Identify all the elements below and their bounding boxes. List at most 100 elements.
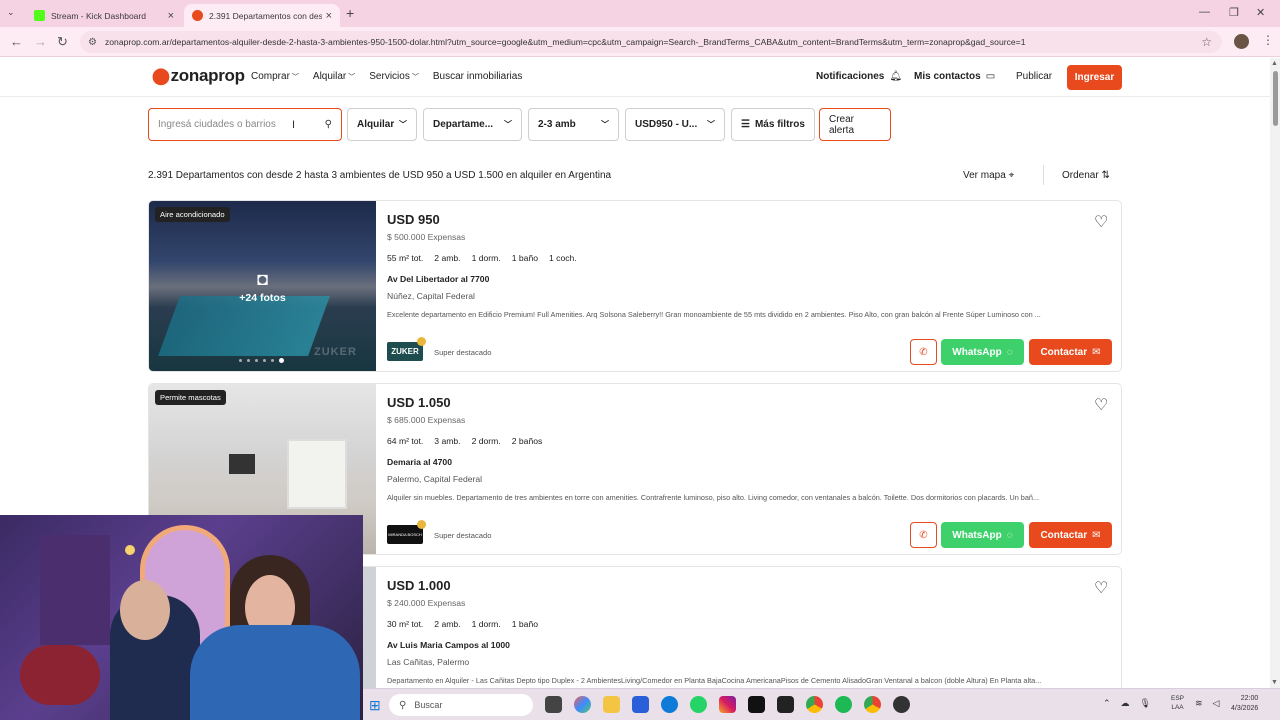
whatsapp-button[interactable]: WhatsApp ◌ [941, 339, 1024, 365]
browser-tabstrip: ⌄ Stream - Kick Dashboard × 2.391 Depart… [0, 0, 1280, 27]
listing-address[interactable]: Av Del Libertador al 7700 [387, 274, 489, 284]
taskbar-search[interactable]: ⚲ Buscar [389, 694, 533, 716]
carousel-dot[interactable] [255, 359, 258, 362]
back-icon[interactable]: ← [10, 34, 23, 49]
instagram-icon[interactable] [719, 696, 736, 713]
microphone-icon[interactable]: 🎙︎ [1140, 698, 1151, 709]
chrome-icon[interactable] [806, 696, 823, 713]
contact-button[interactable]: Contactar ✉ [1029, 339, 1112, 365]
property-type-value: Departame... [433, 119, 494, 130]
spotify-icon[interactable] [835, 696, 852, 713]
sort-link[interactable]: Ordenar ⇅ [1062, 170, 1110, 181]
bookmark-star-icon[interactable]: ☆ [1201, 35, 1212, 49]
create-alert-button[interactable]: Crear alerta [819, 108, 891, 141]
nav-label: Comprar [251, 71, 290, 82]
contacts-link[interactable]: Mis contactos ▭ [914, 71, 995, 82]
view-map-label: Ver mapa [963, 170, 1006, 181]
search-placeholder: Ingresá ciudades o barrios [158, 119, 276, 130]
tab-kick-dashboard[interactable]: Stream - Kick Dashboard × [26, 4, 182, 27]
favorite-heart-icon[interactable]: ♡ [1094, 578, 1108, 598]
carousel-dots[interactable] [239, 358, 284, 363]
volume-icon[interactable]: ◁ [1213, 698, 1220, 709]
nav-comprar[interactable]: Comprar ﹀ [251, 71, 299, 82]
restore-icon[interactable]: ❐ [1229, 6, 1239, 19]
login-button[interactable]: Ingresar [1067, 65, 1122, 90]
favorite-heart-icon[interactable]: ♡ [1094, 212, 1108, 232]
notifications-link[interactable]: Notificaciones 🔔︎ [816, 71, 902, 82]
reload-icon[interactable]: ↻ [57, 34, 68, 50]
capcut-icon[interactable] [777, 696, 794, 713]
page-scrollbar[interactable] [1270, 58, 1280, 688]
close-window-icon[interactable]: ✕ [1256, 6, 1265, 19]
whatsapp-icon: ◌ [1006, 346, 1013, 358]
chrome-profile-icon[interactable] [864, 696, 881, 713]
scroll-down-icon[interactable]: ▼ [1271, 679, 1278, 686]
close-tab-icon[interactable]: × [168, 10, 174, 22]
close-tab-icon[interactable]: × [326, 10, 332, 22]
more-filters-label: Más filtros [754, 119, 805, 130]
carousel-dot-active[interactable] [279, 358, 284, 363]
browser-menu-icon[interactable]: ⋮ [1262, 33, 1274, 47]
file-explorer-icon[interactable] [603, 696, 620, 713]
minimize-icon[interactable]: — [1199, 6, 1210, 18]
mail-icon: ✉ [1092, 529, 1101, 541]
price-select[interactable]: USD950 - U... ﹀ [625, 108, 725, 141]
chevron-down-icon: ﹀ [399, 120, 407, 129]
listing-address[interactable]: Demaria al 4700 [387, 457, 452, 467]
rooms-select[interactable]: 2-3 amb ﹀ [528, 108, 619, 141]
nav-buscar-inmobiliarias[interactable]: Buscar inmobiliarias [433, 71, 522, 82]
location-search-input[interactable]: Ingresá ciudades o barrios I ⚲ [148, 108, 342, 141]
site-info-icon[interactable]: ⚙ [88, 37, 97, 48]
sliders-icon: ☰ [741, 119, 750, 130]
windows-taskbar: ⊞ ⚲ Buscar ⌃ ☁ 🎙︎ ESP LAA ≋ ◁ 22:00 4/3/… [363, 688, 1280, 720]
tray-overflow-icon[interactable]: ⌃ [1103, 698, 1111, 709]
task-view-icon[interactable] [545, 696, 562, 713]
store-icon[interactable] [632, 696, 649, 713]
favorite-heart-icon[interactable]: ♡ [1094, 395, 1108, 415]
more-filters-button[interactable]: ☰ Más filtros [731, 108, 815, 141]
listing-address[interactable]: Av Luis Maria Campos al 1000 [387, 640, 510, 650]
listing-tier: Super destacado [434, 348, 492, 357]
edge-icon[interactable] [661, 696, 678, 713]
scrollbar-thumb[interactable] [1273, 71, 1278, 126]
obs-icon[interactable] [893, 696, 910, 713]
publish-link[interactable]: Publicar [1016, 71, 1052, 82]
whatsapp-app-icon[interactable] [690, 696, 707, 713]
profile-avatar[interactable] [1234, 34, 1249, 49]
copilot-icon[interactable] [574, 696, 591, 713]
listing-photo[interactable]: Aire acondicionado ◘ +24 fotos ZUKER [149, 201, 376, 371]
carousel-dot[interactable] [239, 359, 242, 362]
tiktok-icon[interactable] [748, 696, 765, 713]
listing-card[interactable]: Aire acondicionado ◘ +24 fotos ZUKER USD… [148, 200, 1122, 372]
address-bar[interactable]: ⚙ zonaprop.com.ar/departamentos-alquiler… [80, 31, 1222, 53]
zonaprop-logo[interactable]: ⬤ zonaprop [152, 66, 245, 86]
listing-price: USD 1.000 [387, 578, 451, 593]
search-icon[interactable]: ⚲ [325, 119, 332, 130]
wifi-icon[interactable]: ≋ [1195, 698, 1203, 709]
input-language[interactable]: ESP LAA [1171, 694, 1184, 712]
operation-select[interactable]: Alquilar ﹀ [347, 108, 417, 141]
logo-text: zonaprop [170, 66, 245, 85]
carousel-dot[interactable] [247, 359, 250, 362]
carousel-dot[interactable] [271, 359, 274, 362]
taskbar-clock[interactable]: 22:00 4/3/2026 [1231, 694, 1258, 714]
phone-button[interactable]: ✆ [910, 339, 937, 365]
carousel-dot[interactable] [263, 359, 266, 362]
nav-servicios[interactable]: Servicios ﹀ [369, 71, 419, 82]
tab-zonaprop[interactable]: 2.391 Departamentos con desd × [184, 4, 340, 27]
verified-badge-icon [417, 520, 426, 529]
whatsapp-button[interactable]: WhatsApp ◌ [941, 522, 1024, 548]
view-map-link[interactable]: Ver mapa ⌖ [963, 170, 1014, 181]
cloud-icon[interactable]: ☁ [1121, 698, 1130, 709]
new-tab-icon[interactable]: + [346, 5, 354, 21]
feature-item: 3 amb. [434, 436, 461, 446]
property-type-select[interactable]: Departame... ﹀ [423, 108, 522, 141]
tab-search-icon[interactable]: ⌄ [7, 7, 15, 18]
forward-icon[interactable]: → [34, 34, 47, 49]
nav-alquilar[interactable]: Alquilar ﹀ [313, 71, 355, 82]
photo-count-label: +24 fotos [239, 292, 286, 304]
contact-button[interactable]: Contactar ✉ [1029, 522, 1112, 548]
scroll-up-icon[interactable]: ▲ [1271, 60, 1278, 67]
phone-button[interactable]: ✆ [910, 522, 937, 548]
windows-start-icon[interactable]: ⊞ [369, 697, 381, 714]
